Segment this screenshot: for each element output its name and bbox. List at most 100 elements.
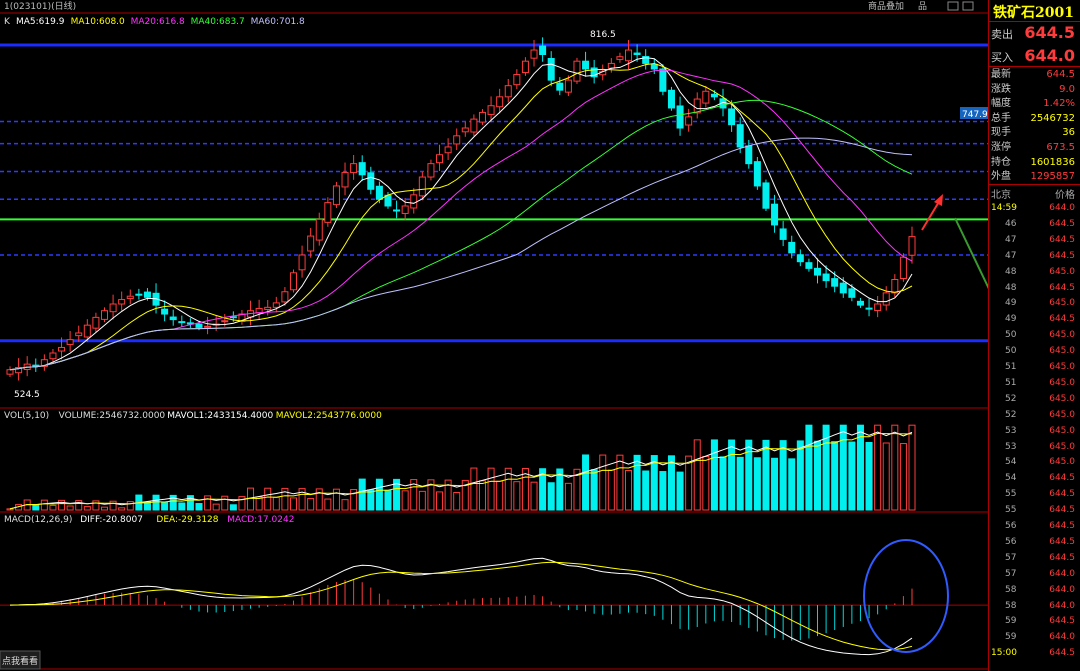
volume-bar <box>49 504 57 511</box>
candle-body <box>796 254 804 263</box>
volume-bar <box>882 442 890 511</box>
volume-bar <box>238 496 246 511</box>
tick-row: 57 644.5 <box>989 550 1080 566</box>
quote-row: 持仓 1601836 <box>989 155 1080 170</box>
candle-body <box>264 306 272 310</box>
candle-body <box>556 82 564 91</box>
volume-bar <box>685 455 693 511</box>
candle-body <box>298 254 306 271</box>
overlay-commodity-button[interactable]: 商品叠加 <box>868 0 904 12</box>
candle-body <box>109 303 117 313</box>
candle-body <box>478 111 486 123</box>
candle-body <box>126 295 134 300</box>
tick-time: 49 <box>1005 298 1017 309</box>
quote-row: 涨跌 9.0 <box>989 82 1080 97</box>
tick-price: 644.5 <box>1049 536 1075 547</box>
legend-item: VOLUME:2546732.0000 <box>59 411 166 421</box>
candle-body <box>625 49 633 62</box>
candle-body <box>375 185 383 200</box>
candle-body <box>221 320 229 323</box>
volume-bar <box>307 497 315 511</box>
volume-bar <box>367 489 375 511</box>
tick-row: 48 644.5 <box>989 280 1080 296</box>
sell-label: 卖出 <box>991 28 1013 41</box>
quote-row: 现手 36 <box>989 125 1080 140</box>
tick-price: 644.0 <box>1049 584 1075 595</box>
tick-time: 51 <box>1005 377 1017 388</box>
volume-bar <box>745 439 753 511</box>
quote-row-value: 9.0 <box>1059 83 1075 95</box>
tick-price: 644.5 <box>1049 616 1075 627</box>
quote-row-label: 持仓 <box>991 156 1011 168</box>
candle-body <box>822 273 830 282</box>
candle-body <box>332 185 340 206</box>
tick-row: 14:59 644.0 <box>989 200 1080 216</box>
candle-body <box>367 172 375 190</box>
volume-bar <box>375 478 383 511</box>
tick-row: 53 645.0 <box>989 439 1080 455</box>
tick-price: 644.5 <box>1049 218 1075 229</box>
volume-bar <box>40 499 48 511</box>
tick-time: 59 <box>1005 632 1017 643</box>
down-arrow-icon <box>954 217 988 290</box>
tick-row: 52 645.0 <box>989 391 1080 407</box>
volume-bar <box>186 495 194 511</box>
tick-price: 644.5 <box>1049 314 1075 325</box>
macd-panel <box>0 557 988 656</box>
tick-price: 644.5 <box>1049 234 1075 245</box>
candle-body <box>839 282 847 294</box>
candle-body <box>229 316 237 319</box>
candle-body <box>607 62 615 69</box>
candle-body <box>856 300 864 306</box>
volume-bar <box>195 503 203 511</box>
window-controls[interactable] <box>947 1 974 11</box>
volume-legend: VOL(5,10) VOLUME:2546732.0000 MAVOL1:24331… <box>4 411 382 421</box>
candle-body <box>289 272 297 291</box>
candle-body <box>341 172 349 188</box>
tick-row: 57 644.0 <box>989 566 1080 582</box>
tick-time: 58 <box>1005 600 1017 611</box>
tick-price: 645.0 <box>1049 457 1075 468</box>
quote-row: 最新 644.5 <box>989 67 1080 82</box>
tick-row: 51 645.0 <box>989 359 1080 375</box>
candlestick-chart[interactable]: 1(023101)(日线) 商品叠加 品 K MA5:619.9 MA10:608.… <box>0 0 988 671</box>
volume-bar <box>710 439 718 511</box>
candle-body <box>736 124 744 148</box>
volume-bar <box>118 507 126 511</box>
candle-body <box>728 108 736 126</box>
tick-time: 48 <box>1005 282 1017 293</box>
tick-price: 644.0 <box>1049 632 1075 643</box>
legend-item: MAVOL1:2433154.4000 <box>167 411 273 421</box>
tick-row: 55 644.5 <box>989 502 1080 518</box>
tick-row: 52 645.0 <box>989 407 1080 423</box>
tick-price: 644.5 <box>1049 521 1075 531</box>
candle-body <box>92 316 100 329</box>
tick-price: 644.5 <box>1049 473 1075 484</box>
candle-body <box>401 205 409 214</box>
tick-time: 52 <box>1005 409 1017 420</box>
candle-body <box>633 52 641 56</box>
quote-row: 外盘 1295857 <box>989 169 1080 184</box>
volume-bar <box>891 424 899 511</box>
quote-row-label: 最新 <box>991 69 1011 80</box>
sell-price[interactable]: 644.5 <box>1024 23 1075 42</box>
volume-bar <box>805 424 813 511</box>
volume-bar <box>221 495 229 511</box>
quote-row-label: 幅度 <box>991 98 1011 110</box>
candle-body <box>444 146 452 154</box>
tick-price: 645.0 <box>1049 298 1075 309</box>
macd-line <box>9 557 913 656</box>
candle-body <box>813 267 822 276</box>
tick-price: 644.0 <box>1049 600 1075 611</box>
volume-bar <box>530 481 538 511</box>
product-button[interactable]: 品 <box>918 1 927 12</box>
buy-price[interactable]: 644.0 <box>1024 46 1075 65</box>
tick-row: 53 645.0 <box>989 423 1080 439</box>
candle-body <box>521 60 529 74</box>
volume-bar <box>504 467 512 511</box>
candle-body <box>710 93 718 98</box>
tick-time: 53 <box>1005 425 1017 436</box>
volume-bar <box>831 441 839 511</box>
candle-body <box>6 369 14 375</box>
macd-legend: MACD(12,26,9) DIFF:-20.8007 DEA:-29.3128 MA… <box>4 515 294 525</box>
